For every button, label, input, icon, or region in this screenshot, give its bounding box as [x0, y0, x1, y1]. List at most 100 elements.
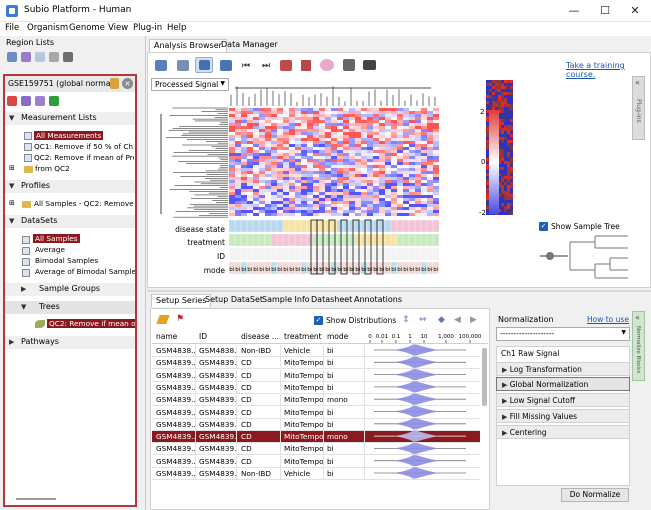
mini-heatmap-cell [504, 149, 507, 152]
horizontal-scrollbar[interactable] [16, 498, 56, 500]
show-sample-tree-checkbox[interactable]: ✓ [539, 222, 548, 231]
collapse-icon[interactable]: ▼ [9, 217, 14, 225]
sample-tree-thumbnail[interactable] [540, 234, 635, 284]
expand-horizontal-icon[interactable]: ⇔ [419, 315, 427, 325]
lock-icon[interactable] [110, 78, 119, 89]
norm-step-label: Global Normalization [509, 380, 589, 389]
menu-help[interactable]: Help [167, 23, 186, 33]
venn-icon[interactable] [320, 59, 334, 71]
collapse-icon[interactable]: ▼ [9, 182, 14, 190]
col-header-treatment[interactable]: treatment [284, 332, 322, 341]
norm-step-global-normalization[interactable]: ▶ Global Normalization [496, 377, 630, 391]
splitter[interactable] [147, 290, 651, 292]
normalize-blocks-side-tab[interactable]: « Normalize Blocks [632, 311, 645, 381]
hierarchy-icon[interactable] [343, 59, 355, 71]
line-chart-icon[interactable] [155, 60, 167, 71]
tree-item-profile[interactable]: All Samples - QC2: Remove i [34, 199, 134, 208]
section-trees[interactable]: ▼ Trees [5, 301, 135, 314]
tree-item-qc2[interactable]: QC2: Remove if mean of Pro [34, 153, 134, 162]
annotation-rows: bi bi bi bi bi bi bi bi bi bi bi bi bi bi bi bi bi bi bi bi… [228, 219, 440, 275]
mini-heatmap-cell [504, 134, 507, 137]
tree-item-bimodal[interactable]: Bimodal Samples [35, 256, 98, 265]
normalization-dropdown[interactable]: -------------------- ▼ [496, 327, 630, 341]
table-scrollbar[interactable] [482, 348, 487, 406]
expand-icon[interactable]: ▶ [9, 338, 14, 346]
menu-organism[interactable]: Organism [27, 23, 68, 33]
col-header-mode[interactable]: mode [327, 332, 348, 341]
mini-heatmap-cell [507, 173, 510, 176]
menu-plugin[interactable]: Plug-in [133, 23, 162, 33]
dataset-icon [22, 258, 30, 266]
mini-heatmap-cell [492, 83, 495, 86]
tree-item-qc1[interactable]: QC1: Remove if 50 % of Ch1F [34, 142, 134, 151]
expand-icon[interactable]: ▶ [21, 285, 26, 293]
section-measurement-lists[interactable]: ▼ Measurement Lists [5, 112, 135, 125]
tree-item-all-measurements[interactable]: All Measurements [34, 131, 104, 140]
shrink-icon[interactable]: ◆ [438, 315, 445, 325]
tree-item-from-qc2[interactable]: from QC2 [35, 164, 70, 173]
section-label: Pathways [21, 337, 59, 346]
tree-item-average[interactable]: Average [35, 245, 65, 254]
add-icon[interactable] [7, 52, 17, 62]
tab-annotations[interactable]: Annotations [350, 294, 406, 307]
bar-chart-icon[interactable] [280, 60, 292, 71]
flag-icon[interactable]: ⚑ [176, 314, 184, 324]
wave-icon[interactable] [177, 60, 189, 71]
col-header-name[interactable]: name [156, 332, 177, 341]
add-list-icon[interactable] [7, 96, 17, 106]
col-header-disease[interactable]: disease ... [241, 332, 279, 341]
delete-icon[interactable] [63, 52, 73, 62]
tree-item-qc2-tree[interactable]: QC2: Remove if mean of [47, 319, 135, 328]
section-profiles[interactable]: ▼ Profiles [5, 180, 135, 193]
collapse-icon[interactable]: ▼ [21, 303, 26, 311]
tree-item-average-bimodal[interactable]: Average of Bimodal Samples [35, 267, 135, 276]
do-normalize-button[interactable]: Do Normalize [561, 488, 629, 502]
col-header-id[interactable]: ID [199, 332, 207, 341]
folder-icon [24, 166, 33, 173]
move-down-icon[interactable] [21, 96, 31, 106]
menu-file[interactable]: File [5, 23, 19, 33]
sort-icon[interactable] [49, 52, 59, 62]
previous-icon[interactable]: ⏮ [242, 61, 250, 71]
show-distributions-checkbox[interactable]: ✓ [314, 316, 323, 325]
section-pathways[interactable]: ▶ Pathways [5, 336, 135, 349]
expand-vertical-icon[interactable]: ⇕ [402, 315, 410, 325]
norm-step-fill-missing[interactable]: ▶ Fill Missing Values [496, 409, 630, 423]
norm-step-log-transformation[interactable]: ▶ Log Transformation [496, 362, 630, 376]
previous-icon[interactable]: ◀ [454, 315, 461, 325]
minimize-button[interactable]: — [560, 2, 588, 20]
menu-genome[interactable]: Genome [69, 23, 105, 33]
brush-icon[interactable] [301, 60, 311, 71]
mini-heatmap-cell [510, 80, 513, 83]
section-sample-groups[interactable]: ▶ Sample Groups [5, 283, 135, 296]
menu-view[interactable]: View [108, 23, 128, 33]
tree-item-all-samples[interactable]: All Samples [33, 234, 80, 243]
expand-icon[interactable]: ⊞ [9, 164, 15, 172]
tab-datasheet[interactable]: Datasheet [307, 294, 356, 307]
section-datasets[interactable]: ▼ DataSets [5, 215, 135, 228]
next-icon[interactable]: ⏭ [262, 61, 270, 71]
mini-heatmap-cell [504, 173, 507, 176]
how-to-use-link[interactable]: How to use [587, 315, 629, 324]
mini-heatmap-cell [501, 137, 504, 140]
camera-icon[interactable] [363, 60, 376, 70]
tab-data-manager[interactable]: Data Manager [217, 39, 282, 52]
tab-analysis-browser[interactable]: Analysis Browser [149, 39, 227, 52]
collapse-icon[interactable]: ▼ [9, 114, 14, 122]
close-document-icon[interactable]: × [122, 78, 133, 89]
norm-step-low-signal-cutoff[interactable]: ▶ Low Signal Cutoff [496, 393, 630, 407]
export-icon[interactable] [49, 96, 59, 106]
maximize-button[interactable]: ☐ [591, 2, 619, 20]
move-up-icon[interactable] [35, 96, 45, 106]
close-button[interactable]: ✕ [621, 2, 649, 20]
next-icon[interactable]: ▶ [470, 315, 477, 325]
mini-heatmap-cell [510, 119, 513, 122]
tab-sample-info[interactable]: Sample Info [258, 294, 314, 307]
down-arrow-icon[interactable] [21, 52, 31, 62]
expand-icon[interactable]: ⊞ [9, 199, 15, 207]
scatter-icon[interactable] [220, 60, 232, 71]
up-arrow-icon[interactable] [35, 52, 45, 62]
document-title[interactable]: GSE159751 (global norma... [8, 79, 118, 88]
plugins-side-tab[interactable]: « Plug-ins [632, 76, 645, 140]
norm-step-centering[interactable]: ▶ Centering [496, 425, 630, 439]
